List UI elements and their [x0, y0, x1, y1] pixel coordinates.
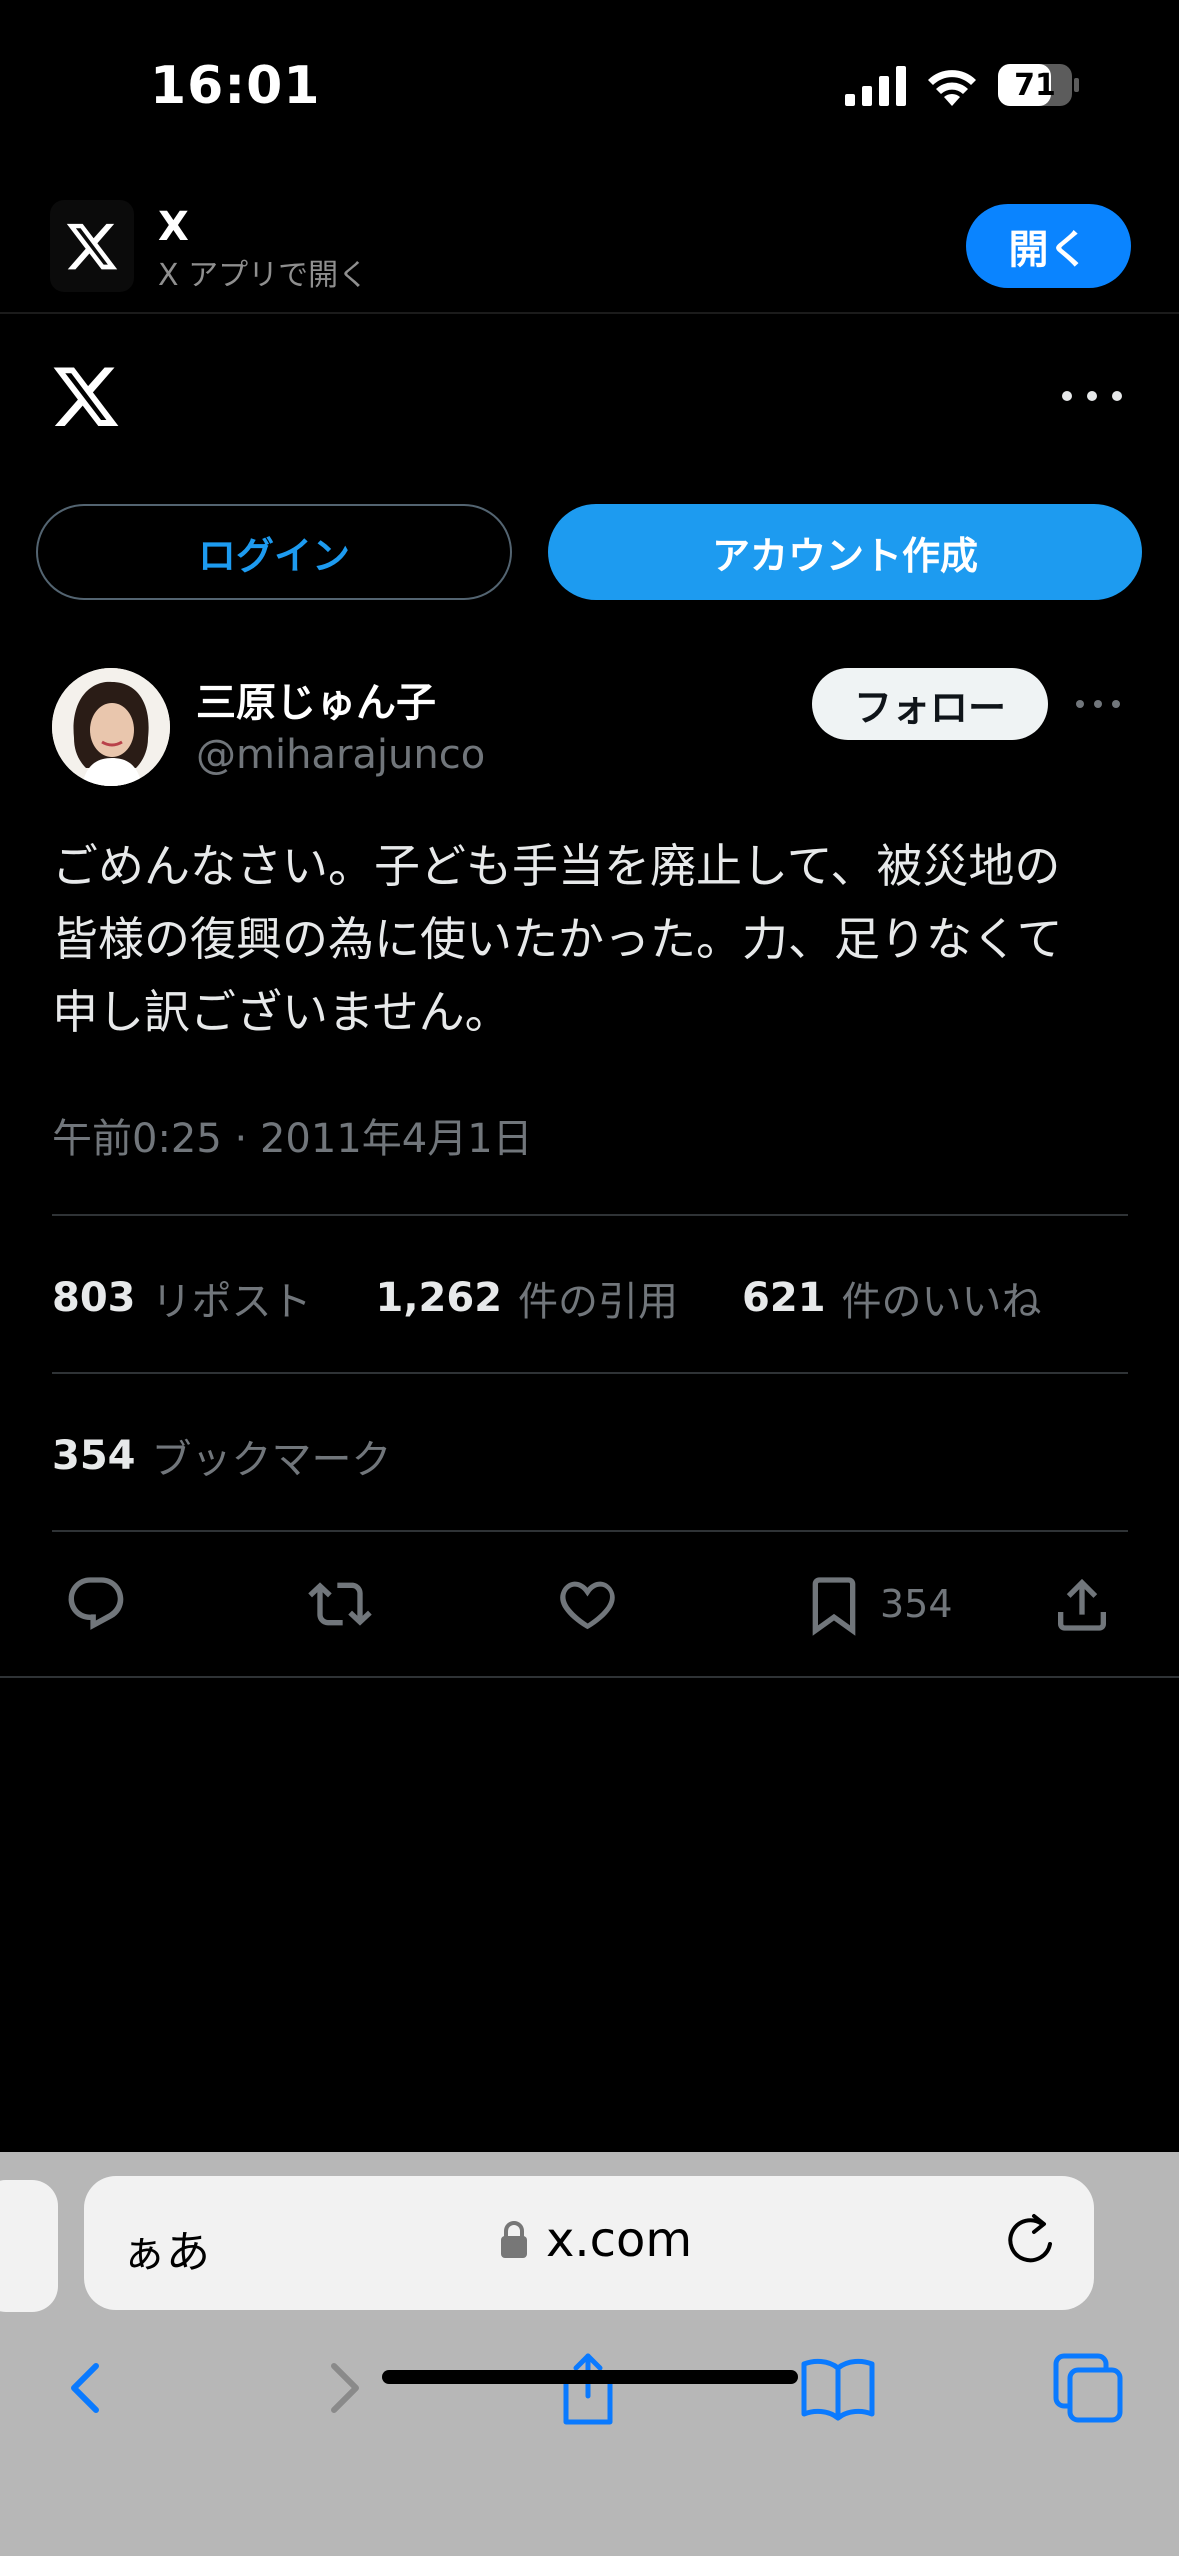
follow-button[interactable]: フォロー [812, 668, 1048, 740]
bookmarks-stat-row: 354 ブックマーク [52, 1426, 456, 1486]
tweet-actions: 354 [0, 1560, 1179, 1650]
x-app-icon [50, 200, 134, 292]
share-icon[interactable] [1050, 1572, 1114, 1636]
author-handle[interactable]: @miharajunco [196, 732, 485, 778]
url-display[interactable]: x.com [500, 2210, 692, 2270]
home-indicator [382, 2370, 798, 2384]
bookmarks-book-icon[interactable] [798, 2348, 878, 2428]
forward-icon[interactable] [302, 2348, 382, 2428]
previous-tab-peek[interactable] [0, 2180, 58, 2312]
likes-count: 621 [742, 1275, 826, 1321]
reposts-count: 803 [52, 1275, 136, 1321]
url-text: x.com [546, 2212, 693, 2268]
tabs-icon[interactable] [1048, 2348, 1128, 2428]
battery-level: 71 [1014, 67, 1056, 103]
back-icon[interactable] [48, 2348, 128, 2428]
tweet-timestamp[interactable]: 午前0:25 · 2011年4月1日 [52, 1106, 533, 1164]
create-account-button[interactable]: アカウント作成 [548, 504, 1142, 600]
divider [0, 1676, 1179, 1678]
address-bar[interactable]: ぁあ x.com [84, 2176, 1094, 2310]
quotes-count: 1,262 [375, 1275, 503, 1321]
more-options-icon[interactable] [1062, 386, 1122, 406]
bookmarks-label: ブックマーク [151, 1437, 392, 1483]
login-button[interactable]: ログイン [36, 504, 512, 600]
avatar[interactable] [52, 668, 170, 786]
reload-icon[interactable] [1002, 2212, 1058, 2270]
wifi-icon [928, 70, 976, 106]
avatar-image [52, 668, 170, 786]
quotes-stat[interactable]: 1,262 件の引用 [376, 1269, 679, 1327]
tweet-more-icon[interactable] [1076, 700, 1120, 710]
likes-stat[interactable]: 621 件のいいね [742, 1269, 1042, 1327]
divider [52, 1214, 1128, 1216]
share-sheet-icon[interactable] [548, 2348, 628, 2428]
bookmark-count: 354 [880, 1582, 953, 1626]
app-banner: X X アプリで開く 開く [0, 190, 1179, 314]
tweet-stats: 803 リポスト 1,262 件の引用 621 件のいいね [52, 1268, 1106, 1328]
x-logo-icon [66, 223, 118, 270]
bookmark-icon[interactable] [802, 1572, 866, 1636]
banner-title: X [158, 204, 189, 250]
safari-toolbar: ぁあ x.com [0, 2152, 1179, 2556]
divider [52, 1372, 1128, 1374]
like-icon[interactable] [556, 1572, 620, 1636]
open-in-app-button[interactable]: 開く [966, 204, 1131, 288]
likes-label: 件のいいね [841, 1279, 1042, 1325]
status-time: 16:01 [150, 56, 321, 116]
cellular-signal-icon [845, 66, 906, 106]
quotes-label: 件の引用 [518, 1279, 679, 1325]
status-bar: 16:01 71 [0, 0, 1179, 170]
reply-icon[interactable] [64, 1572, 128, 1636]
x-logo-icon[interactable] [50, 360, 122, 432]
repost-icon[interactable] [308, 1572, 372, 1636]
page-settings-button[interactable]: ぁあ [122, 2216, 210, 2280]
reposts-label: リポスト [151, 1279, 312, 1325]
author-name[interactable]: 三原じゅん子 [196, 670, 436, 728]
lock-icon [501, 2221, 527, 2258]
divider [52, 1530, 1128, 1532]
reposts-stat[interactable]: 803 リポスト [52, 1269, 312, 1327]
banner-subtitle: X アプリで開く [158, 258, 369, 293]
x-header [0, 320, 1179, 470]
bookmarks-count: 354 [52, 1433, 136, 1479]
tweet-text: ごめんなさい。子ども手当を廃止して、被災地の 皆様の復興の為に使いたかった。力、… [52, 839, 1063, 1039]
bookmarks-stat[interactable]: 354 ブックマーク [52, 1427, 392, 1485]
